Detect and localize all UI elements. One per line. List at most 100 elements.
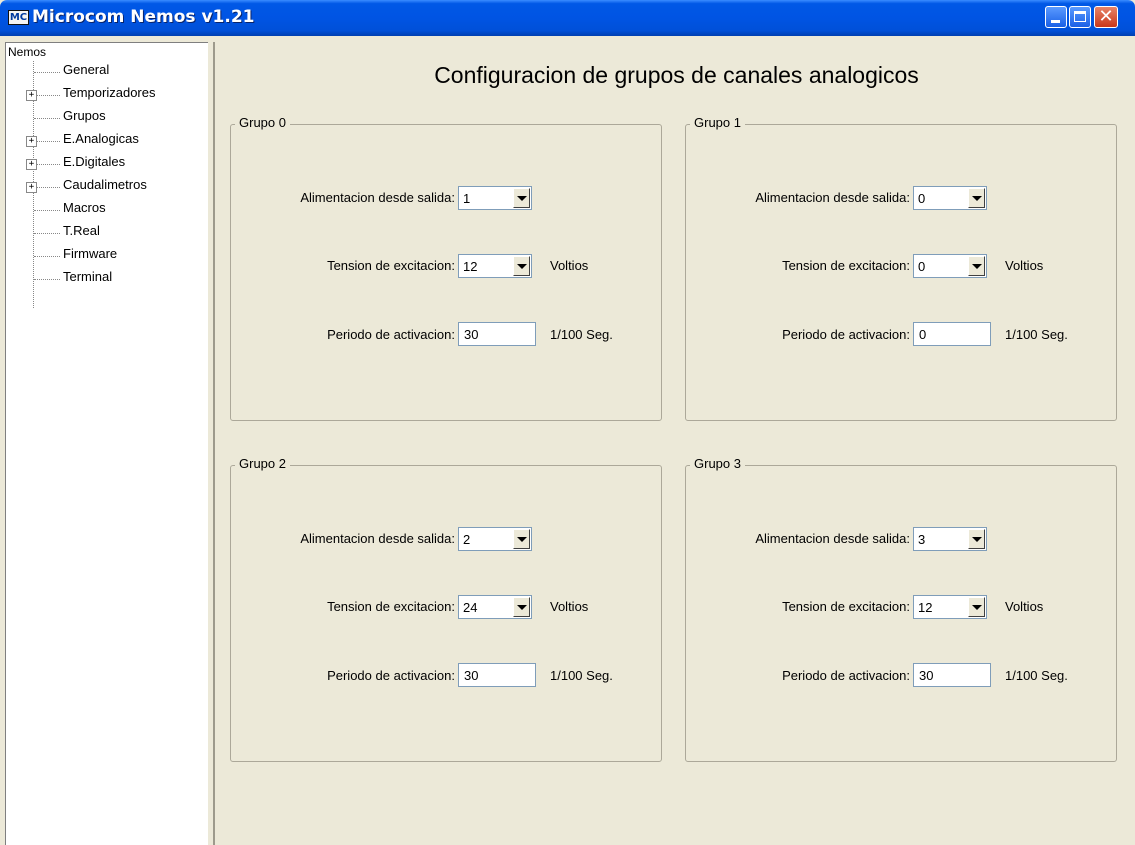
seg-unit: 1/100 Seg. [1005, 668, 1068, 683]
voltios-unit: Voltios [1005, 258, 1044, 273]
minimize-icon [1051, 20, 1060, 23]
tree-connector [34, 118, 60, 119]
maximize-button[interactable] [1069, 6, 1091, 28]
chevron-down-icon[interactable] [513, 256, 530, 276]
tension-label: Tension de excitacion: [782, 599, 910, 614]
tree-item-temporizadores[interactable]: + Temporizadores [26, 85, 156, 108]
alimentacion-label: Alimentacion desde salida: [755, 531, 910, 546]
tension-value: 0 [918, 259, 926, 274]
splitter-line [213, 42, 215, 845]
alimentacion-label: Alimentacion desde salida: [755, 190, 910, 205]
tree-connector [36, 164, 60, 165]
alimentacion-select[interactable]: 3 [913, 527, 987, 551]
tree-item-terminal[interactable]: Terminal [34, 269, 112, 292]
tension-select[interactable]: 0 [913, 254, 987, 278]
tension-select[interactable]: 12 [913, 595, 987, 619]
tension-label: Tension de excitacion: [782, 258, 910, 273]
close-icon: ✕ [1098, 6, 1114, 27]
tree-item-grupos[interactable]: Grupos [34, 108, 106, 131]
tension-select[interactable]: 12 [458, 254, 532, 278]
tree-item-label: Caudalimetros [63, 177, 147, 192]
tree-item-label: Grupos [63, 108, 106, 123]
tree-connector [34, 72, 60, 73]
group-1-panel: Grupo 1 Alimentacion desde salida: 0 Ten… [685, 115, 1117, 421]
group-2-panel: Grupo 2 Alimentacion desde salida: 2 Ten… [230, 456, 662, 762]
alimentacion-select[interactable]: 0 [913, 186, 987, 210]
chevron-down-icon[interactable] [968, 529, 985, 549]
tree-item-label: Macros [63, 200, 106, 215]
chevron-down-icon[interactable] [513, 597, 530, 617]
tree-item-t-real[interactable]: T.Real [34, 223, 100, 246]
tree-item-e-digitales[interactable]: + E.Digitales [26, 154, 126, 177]
tree-connector [34, 279, 60, 280]
tension-value: 12 [918, 600, 933, 615]
chevron-down-icon[interactable] [968, 188, 985, 208]
tree-item-label: General [63, 62, 110, 77]
tree-item-firmware[interactable]: Firmware [34, 246, 118, 269]
tree-item-label: Firmware [63, 246, 118, 261]
tree-item-label: Temporizadores [63, 85, 156, 100]
tension-value: 12 [463, 259, 478, 274]
alimentacion-value: 1 [463, 191, 471, 206]
page-title: Configuracion de grupos de canales analo… [434, 62, 919, 88]
tree-connector [36, 141, 60, 142]
periodo-value: 30 [464, 327, 479, 342]
group-title: Grupo 2 [235, 456, 290, 471]
tree-item-macros[interactable]: Macros [34, 200, 106, 223]
periodo-input[interactable]: 0 [913, 322, 991, 346]
chevron-down-icon[interactable] [513, 188, 530, 208]
tree-item-general[interactable]: General [34, 62, 110, 85]
periodo-value: 0 [919, 327, 927, 342]
alimentacion-select[interactable]: 2 [458, 527, 532, 551]
voltios-unit: Voltios [1005, 599, 1044, 614]
periodo-label: Periodo de activacion: [327, 327, 455, 342]
title-bar[interactable]: MC Microcom Nemos v1.21 ✕ [0, 0, 1135, 36]
group-0-panel: Grupo 0 Alimentacion desde salida: 1 Ten… [230, 115, 662, 421]
alimentacion-select[interactable]: 1 [458, 186, 532, 210]
seg-unit: 1/100 Seg. [1005, 327, 1068, 342]
tension-value: 24 [463, 600, 478, 615]
tree-connector [36, 187, 60, 188]
chevron-down-icon[interactable] [968, 597, 985, 617]
tension-label: Tension de excitacion: [327, 258, 455, 273]
tree-item-label: E.Analogicas [63, 131, 139, 146]
seg-unit: 1/100 Seg. [550, 327, 613, 342]
chevron-down-icon[interactable] [968, 256, 985, 276]
main-panel: Configuracion de grupos de canales analo… [218, 42, 1135, 845]
alimentacion-value: 2 [463, 532, 471, 547]
group-title: Grupo 1 [690, 115, 745, 130]
periodo-value: 30 [464, 668, 479, 683]
voltios-unit: Voltios [550, 258, 589, 273]
periodo-input[interactable]: 30 [458, 322, 536, 346]
group-title: Grupo 0 [235, 115, 290, 130]
app-icon: MC [8, 10, 29, 25]
minimize-button[interactable] [1045, 6, 1067, 28]
tree-item-caudalimetros[interactable]: + Caudalimetros [26, 177, 147, 200]
tree-connector [34, 256, 60, 257]
tree-root[interactable]: Nemos [8, 45, 46, 59]
tree-connector [34, 233, 60, 234]
seg-unit: 1/100 Seg. [550, 668, 613, 683]
navigation-tree[interactable]: Nemos General + Temporizadores Grupos + … [5, 42, 208, 845]
group-3-panel: Grupo 3 Alimentacion desde salida: 3 Ten… [685, 456, 1117, 762]
tree-connector [36, 95, 60, 96]
group-title: Grupo 3 [690, 456, 745, 471]
close-button[interactable]: ✕ [1094, 6, 1118, 28]
maximize-icon [1074, 11, 1086, 22]
tree-item-label: T.Real [63, 223, 100, 238]
alimentacion-label: Alimentacion desde salida: [300, 531, 455, 546]
periodo-label: Periodo de activacion: [782, 327, 910, 342]
tree-item-e-analogicas[interactable]: + E.Analogicas [26, 131, 139, 154]
panel-splitter[interactable] [208, 42, 217, 845]
tension-label: Tension de excitacion: [327, 599, 455, 614]
periodo-input[interactable]: 30 [913, 663, 991, 687]
periodo-label: Periodo de activacion: [327, 668, 455, 683]
periodo-input[interactable]: 30 [458, 663, 536, 687]
tension-select[interactable]: 24 [458, 595, 532, 619]
tree-connector [34, 210, 60, 211]
tree-item-label: E.Digitales [63, 154, 126, 169]
voltios-unit: Voltios [550, 599, 589, 614]
alimentacion-value: 3 [918, 532, 926, 547]
window-title: Microcom Nemos v1.21 [32, 7, 255, 27]
chevron-down-icon[interactable] [513, 529, 530, 549]
